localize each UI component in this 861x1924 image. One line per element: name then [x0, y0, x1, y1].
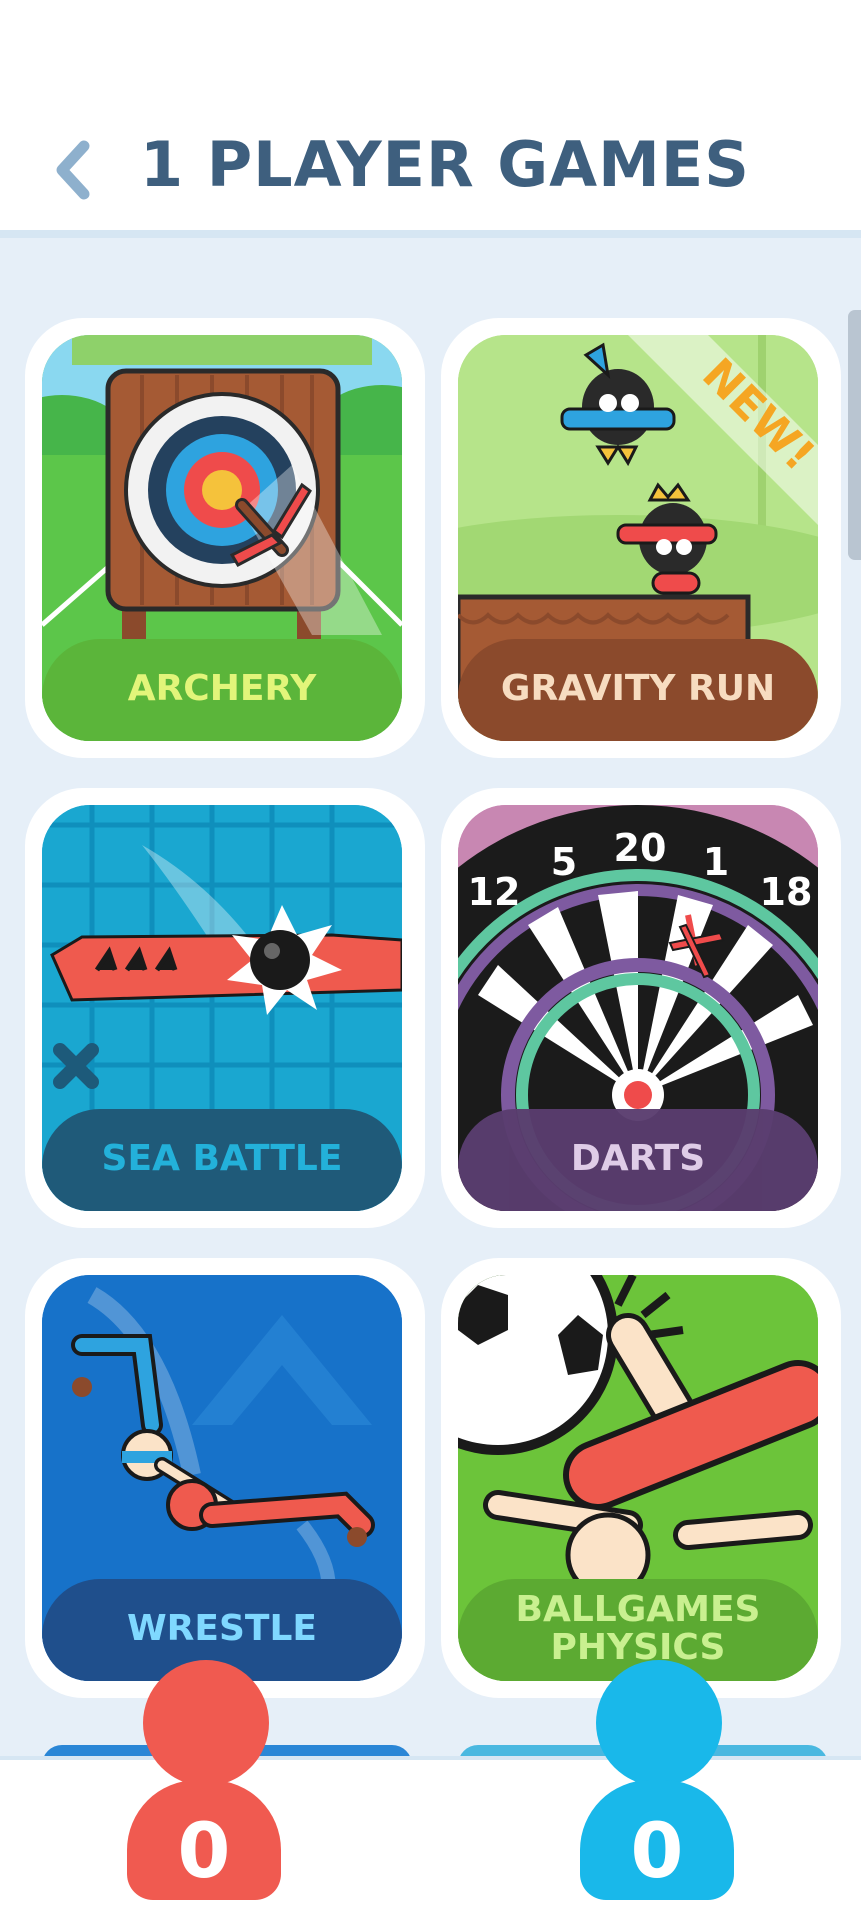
game-title: DARTS — [570, 1138, 706, 1179]
game-title: WRESTLE — [126, 1608, 318, 1649]
game-card: ARCHERY — [42, 335, 402, 741]
game-label: DARTS — [458, 1109, 818, 1211]
game-label: SEA BATTLE — [42, 1109, 402, 1211]
game-label: GRAVITY RUN — [458, 639, 818, 741]
score-value: 0 — [177, 1806, 231, 1895]
game-title: ARCHERY — [127, 668, 317, 709]
scrollbar[interactable] — [848, 310, 861, 560]
game-tile-archery[interactable]: ARCHERY — [25, 318, 425, 758]
dart-number: 1 — [703, 840, 729, 884]
dart-number: 18 — [760, 870, 813, 914]
dart-number: 12 — [468, 870, 521, 914]
player-red-score[interactable]: 0 — [127, 1660, 287, 1920]
player-blue-score[interactable]: 0 — [580, 1660, 740, 1920]
game-card: 12 5 20 1 18 DARTS — [458, 805, 818, 1211]
header: 1 PLAYER GAMES — [0, 0, 861, 238]
game-card: SEA BATTLE — [42, 805, 402, 1211]
game-card: BALLGAMES PHYSICS — [458, 1275, 818, 1681]
dart-number: 5 — [551, 840, 577, 884]
game-tile-gravity-run[interactable]: NEW! GRAVITY RUN — [441, 318, 841, 758]
game-card: NEW! GRAVITY RUN — [458, 335, 818, 741]
game-label: ARCHERY — [42, 639, 402, 741]
player-head — [596, 1660, 722, 1786]
game-card: WRESTLE — [42, 1275, 402, 1681]
game-tile-wrestle[interactable]: WRESTLE — [25, 1258, 425, 1698]
game-title: BALLGAMES PHYSICS — [515, 1589, 761, 1668]
back-button[interactable] — [50, 140, 100, 200]
game-title: SEA BATTLE — [101, 1138, 343, 1179]
score-value: 0 — [630, 1806, 684, 1895]
chevron-left-icon — [56, 140, 90, 200]
page-title: 1 PLAYER GAMES — [140, 128, 750, 201]
dart-number: 20 — [614, 826, 667, 870]
game-tile-sea-battle[interactable]: SEA BATTLE — [25, 788, 425, 1228]
player-head — [143, 1660, 269, 1786]
game-tile-darts[interactable]: 12 5 20 1 18 DARTS — [441, 788, 841, 1228]
game-title: GRAVITY RUN — [500, 668, 776, 709]
game-tile-ballgames-physics[interactable]: BALLGAMES PHYSICS — [441, 1258, 841, 1698]
